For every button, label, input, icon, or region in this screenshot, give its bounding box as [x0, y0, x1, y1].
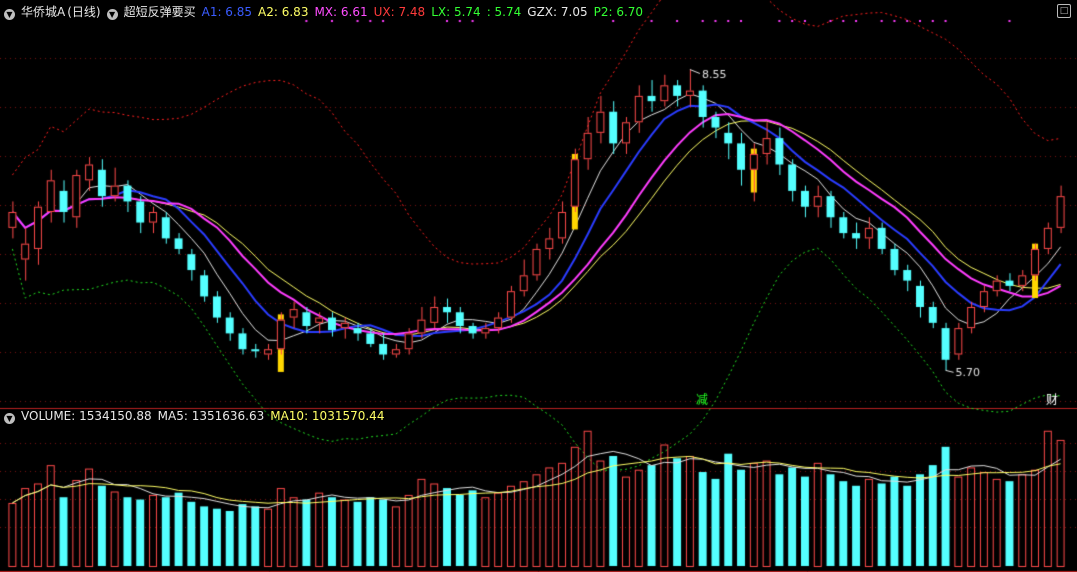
indicator-value-7: P2: 6.70 [593, 5, 644, 19]
indicator-value-4: LX: 5.74 [431, 5, 481, 19]
chevron-down-icon[interactable]: ▼ [4, 9, 15, 20]
candlestick-chart[interactable] [0, 0, 1077, 572]
indicator-value-6: GZX: 7.05 [527, 5, 588, 19]
volume-values: VOLUME: 1534150.88 MA5: 1351636.63 MA10: 1… [21, 409, 390, 423]
volume-value-0: VOLUME: 1534150.88 [21, 409, 152, 423]
indicator-value-5: : 5.74 [486, 5, 522, 19]
stock-name: 华侨城A [21, 5, 66, 19]
indicator-value-0: A1: 6.85 [201, 5, 253, 19]
chevron-down-icon[interactable]: ▼ [4, 413, 15, 424]
indicator-value-1: A2: 6.83 [258, 5, 309, 19]
indicator-value-2: MX: 6.61 [314, 5, 368, 19]
indicator-name: 超短反弹要买 [123, 5, 196, 19]
indicator-values: A1: 6.85 A2: 6.83 MX: 6.61 UX: 7.48 LX: 5.74… [202, 5, 649, 19]
volume-header: ▼ VOLUME: 1534150.88 MA5: 1351636.63 MA10: … [4, 408, 396, 424]
window-toggle-icon[interactable]: □ [1057, 4, 1071, 18]
volume-value-2: MA10: 1031570.44 [270, 409, 385, 423]
period-label: (日线) [67, 5, 101, 19]
main-chart-header: ▼ 华侨城A (日线) ▼ 超短反弹要买 A1: 6.85 A2: 6.83 MX: 6.61… [4, 4, 655, 20]
volume-value-1: MA5: 1351636.63 [157, 409, 265, 423]
chevron-down-icon[interactable]: ▼ [106, 9, 118, 20]
indicator-value-3: UX: 7.48 [373, 5, 426, 19]
